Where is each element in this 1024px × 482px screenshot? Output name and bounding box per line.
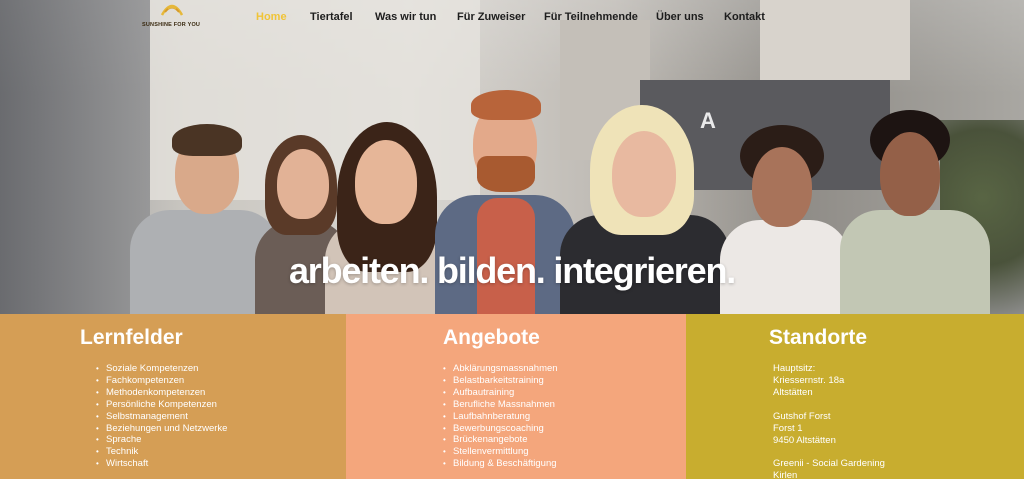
hero-banner: A SUNSHINE FOR YOU Home Tiertafel Was wi… bbox=[0, 0, 1024, 314]
nav-home[interactable]: Home bbox=[256, 11, 287, 23]
list-item[interactable]: Laufbahnberatung bbox=[443, 411, 558, 423]
list-item[interactable]: Bildung & Beschäftigung bbox=[443, 458, 558, 470]
list-item: Fachkompetenzen bbox=[96, 375, 227, 387]
list-item[interactable]: Berufliche Massnahmen bbox=[443, 399, 558, 411]
nav-was-wir-tun[interactable]: Was wir tun bbox=[375, 11, 436, 23]
list-item[interactable]: Belastbarkeitstraining bbox=[443, 375, 558, 387]
location-label: Greenii - Social Gardening bbox=[773, 458, 885, 470]
location-address: Kriessernstr. 18a bbox=[773, 374, 845, 386]
list-item: Sprache bbox=[96, 434, 227, 446]
nav-fuer-zuweiser[interactable]: Für Zuweiser bbox=[457, 11, 525, 23]
list-item[interactable]: Brückenangebote bbox=[443, 434, 558, 446]
angebote-list: Abklärungsmassnahmen Belastbarkeitstrain… bbox=[443, 363, 558, 470]
sun-icon bbox=[161, 4, 183, 16]
list-item[interactable]: Bewerbungscoaching bbox=[443, 423, 558, 435]
list-item: Selbstmanagement bbox=[96, 411, 227, 423]
nav-ueber-uns[interactable]: Über uns bbox=[656, 11, 704, 23]
standorte-section: Standorte Hauptsitz: Kriessernstr. 18a A… bbox=[686, 314, 1024, 482]
list-item: Methodenkompetenzen bbox=[96, 387, 227, 399]
lernfelder-list: Soziale Kompetenzen Fachkompetenzen Meth… bbox=[96, 363, 227, 470]
location-label: Gutshof Forst bbox=[773, 410, 831, 422]
location-address: Forst 1 bbox=[773, 422, 803, 434]
location-city: Altstätten bbox=[773, 386, 813, 398]
list-item[interactable]: Aufbautraining bbox=[443, 387, 558, 399]
standorte-title: Standorte bbox=[769, 326, 868, 349]
nav-fuer-teilnehmende[interactable]: Für Teilnehmende bbox=[544, 11, 638, 23]
nav-tiertafel[interactable]: Tiertafel bbox=[310, 11, 353, 23]
logo-text: SUNSHINE FOR YOU bbox=[142, 22, 201, 28]
brand-logo[interactable]: SUNSHINE FOR YOU bbox=[140, 0, 206, 32]
list-item: Beziehungen und Netzwerke bbox=[96, 423, 227, 435]
location-city: Kirlen bbox=[773, 470, 798, 482]
lernfelder-section: Lernfelder Soziale Kompetenzen Fachkompe… bbox=[0, 314, 346, 479]
lernfelder-title: Lernfelder bbox=[80, 326, 183, 349]
list-item[interactable]: Abklärungsmassnahmen bbox=[443, 363, 558, 375]
location-label: Hauptsitz: bbox=[773, 363, 816, 374]
location-city: 9450 Altstätten bbox=[773, 434, 836, 446]
list-item: Soziale Kompetenzen bbox=[96, 363, 227, 375]
top-navigation: SUNSHINE FOR YOU Home Tiertafel Was wir … bbox=[0, 0, 1024, 36]
hero-tagline: arbeiten. bilden. integrieren. bbox=[288, 250, 736, 291]
nav-kontakt[interactable]: Kontakt bbox=[724, 11, 765, 23]
list-item: Wirtschaft bbox=[96, 458, 227, 470]
list-item[interactable]: Stellenvermittlung bbox=[443, 446, 558, 458]
standorte-list: Hauptsitz: Kriessernstr. 18a Altstätten … bbox=[773, 363, 885, 482]
angebote-title: Angebote bbox=[443, 326, 540, 349]
angebote-section: Angebote Abklärungsmassnahmen Belastbark… bbox=[346, 314, 686, 479]
list-item: Persönliche Kompetenzen bbox=[96, 399, 227, 411]
list-item: Technik bbox=[96, 446, 227, 458]
